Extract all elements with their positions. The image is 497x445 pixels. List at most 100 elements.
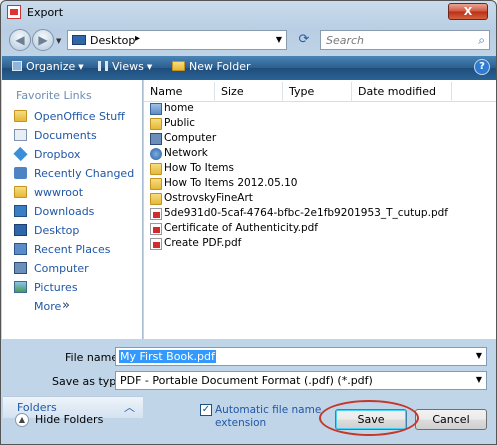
address-bar[interactable]: Desktop ▸ ▼ <box>67 30 287 50</box>
computer-icon <box>14 262 27 274</box>
highlight-oval <box>319 400 419 436</box>
file-name: 5de931d0-5caf-4764-bfbc-2e1fb9201953_T_c… <box>164 207 448 219</box>
auto-extension-label-line2: extension <box>215 417 267 429</box>
file-name: How To Items <box>164 162 235 174</box>
file-name: Certificate of Authenticity.pdf <box>164 222 318 234</box>
sidebar-item-pictures[interactable]: Pictures <box>12 279 137 297</box>
recent-pages-dropdown[interactable]: ▼ <box>56 37 61 45</box>
file-name: Computer <box>164 132 217 144</box>
recent-icon <box>14 167 27 179</box>
column-header-type[interactable]: Type <box>283 82 352 102</box>
new-folder-button[interactable]: New Folder <box>172 60 250 73</box>
address-dropdown-icon[interactable]: ▼ <box>276 35 282 44</box>
desktop-icon <box>72 35 86 45</box>
auto-extension-label-line1: Automatic file name <box>215 404 322 416</box>
back-button[interactable]: ◀ <box>9 29 31 51</box>
sidebar-item-label: Dropbox <box>34 148 81 161</box>
views-label: Views <box>112 60 144 73</box>
sidebar-item-dropbox[interactable]: Dropbox <box>12 146 137 164</box>
address-row: ◀ ▶ ▼ Desktop ▸ ▼ ⟳ Search ⌕ <box>1 25 496 55</box>
pdf-file-icon <box>150 208 162 220</box>
sidebar-item-label: Pictures <box>34 281 78 294</box>
sidebar-item-computer[interactable]: Computer <box>12 260 137 278</box>
chevron-up-icon: ▲ <box>15 413 29 427</box>
user-folder-icon <box>150 103 162 115</box>
sidebar-item-label: wwwroot <box>34 186 84 199</box>
search-input[interactable]: Search ⌕ <box>320 30 490 50</box>
sidebar-item-documents[interactable]: Documents <box>12 127 137 145</box>
folder-icon <box>14 186 27 198</box>
more-label: More <box>34 300 62 313</box>
views-icon <box>98 61 108 71</box>
sidebar-item-label: Documents <box>34 129 97 142</box>
list-item[interactable]: How To Items 2012.05.10 <box>148 177 488 192</box>
breadcrumb-arrow-icon[interactable]: ▸ <box>135 33 140 44</box>
list-item[interactable]: Create PDF.pdf <box>148 237 488 252</box>
chevron-down-icon[interactable]: ▼ <box>476 351 482 360</box>
file-name-value[interactable]: My First Book.pdf <box>119 350 216 363</box>
close-button[interactable]: X <box>448 3 488 20</box>
folder-icon <box>150 118 162 130</box>
file-list: Name Size Type Date modified home Public… <box>144 80 496 339</box>
new-folder-label: New Folder <box>189 60 251 73</box>
column-header-size[interactable]: Size <box>215 82 283 102</box>
list-item[interactable]: 5de931d0-5caf-4764-bfbc-2e1fb9201953_T_c… <box>148 207 488 222</box>
list-item[interactable]: Network <box>148 147 488 162</box>
list-item[interactable]: home <box>148 102 488 117</box>
auto-extension-checkbox[interactable]: ✓ <box>200 404 212 416</box>
sidebar-item-openoffice-stuff[interactable]: OpenOffice Stuff <box>12 108 137 126</box>
organize-label: Organize <box>26 60 76 73</box>
computer-icon <box>150 133 162 145</box>
save-as-type-select[interactable]: PDF - Portable Document Format (.pdf) (*… <box>115 371 487 390</box>
organize-icon <box>12 61 22 71</box>
views-button[interactable]: Views ▼ <box>98 60 152 73</box>
sidebar-item-label: Recent Places <box>34 243 111 256</box>
pdf-app-icon <box>7 5 21 19</box>
pdf-file-icon <box>150 223 162 235</box>
chevron-down-icon[interactable]: ▼ <box>476 375 482 384</box>
folder-icon <box>14 110 27 122</box>
recent-places-icon <box>14 243 27 255</box>
list-item[interactable]: How To Items <box>148 162 488 177</box>
organize-button[interactable]: Organize ▼ <box>12 60 84 73</box>
forward-button[interactable]: ▶ <box>32 29 54 51</box>
folder-icon <box>150 193 162 205</box>
chevron-down-icon: ▼ <box>78 63 84 71</box>
new-folder-icon <box>172 61 185 71</box>
sidebar-item-downloads[interactable]: Downloads <box>12 203 137 221</box>
address-location[interactable]: Desktop <box>90 34 135 47</box>
column-header-name[interactable]: Name <box>144 82 215 102</box>
column-header-date-modified[interactable]: Date modified <box>352 82 452 102</box>
sidebar-item-recent-places[interactable]: Recent Places <box>12 241 137 259</box>
cancel-button[interactable]: Cancel <box>415 409 487 430</box>
list-item[interactable]: Certificate of Authenticity.pdf <box>148 222 488 237</box>
search-placeholder: Search <box>326 34 365 47</box>
sidebar-more-link[interactable]: More » <box>12 298 137 316</box>
search-icon[interactable]: ⌕ <box>478 33 485 48</box>
sidebar-item-recently-changed[interactable]: Recently Changed <box>12 165 137 183</box>
downloads-icon <box>14 205 27 217</box>
window-title: Export <box>27 6 64 19</box>
list-item[interactable]: OstrovskyFineArt <box>148 192 488 207</box>
file-name-field[interactable]: My First Book.pdf ▼ <box>115 347 487 366</box>
file-name: home <box>164 102 194 114</box>
file-name-label: File name: <box>65 351 122 364</box>
network-icon <box>150 148 162 160</box>
column-header-row: Name Size Type Date modified <box>144 82 496 102</box>
refresh-icon[interactable]: ⟳ <box>293 31 315 49</box>
export-dialog: Export X ◀ ▶ ▼ Desktop ▸ ▼ ⟳ Search ⌕ Or… <box>0 0 497 445</box>
help-icon[interactable]: ? <box>474 59 490 75</box>
sidebar-item-desktop[interactable]: Desktop <box>12 222 137 240</box>
chevron-down-icon: ▼ <box>146 63 153 71</box>
file-name: OstrovskyFineArt <box>164 192 253 204</box>
list-item[interactable]: Public <box>148 117 488 132</box>
sidebar-item-label: Recently Changed <box>34 167 135 180</box>
folder-icon <box>150 163 162 175</box>
folder-icon <box>150 178 162 190</box>
sidebar-item-wwwroot[interactable]: wwwroot <box>12 184 137 202</box>
dropbox-icon <box>13 146 28 162</box>
list-item[interactable]: Computer <box>148 132 488 147</box>
file-name: Public <box>164 117 196 129</box>
double-chevron-right-icon: » <box>62 298 70 313</box>
save-as-type-value: PDF - Portable Document Format (.pdf) (*… <box>120 374 373 387</box>
